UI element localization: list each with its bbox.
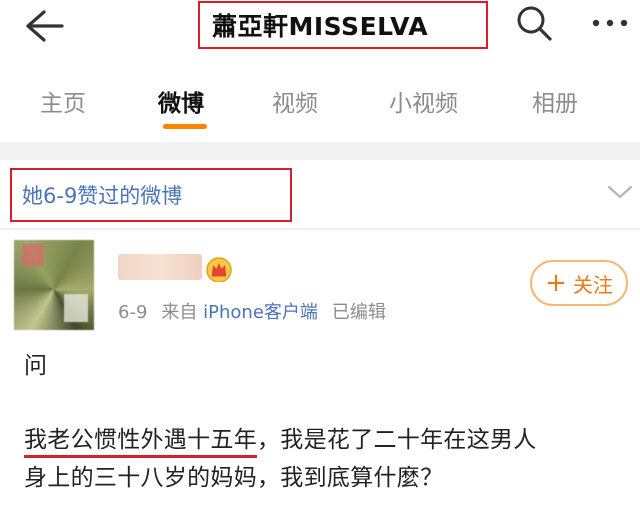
- page-title: 蕭亞軒MISSELVA: [212, 12, 429, 41]
- post-date: 6-9: [118, 302, 148, 323]
- source-prefix: 来自: [161, 302, 198, 323]
- row-divider: [0, 228, 640, 230]
- post-text-line-1-rest: ，我是花了二十年在这男人: [257, 427, 537, 453]
- search-icon[interactable]: [514, 3, 554, 43]
- more-icon[interactable]: [588, 8, 632, 38]
- liked-filter-label: 她6-9赞过的微博: [22, 184, 183, 208]
- back-arrow-icon[interactable]: [22, 6, 66, 46]
- follow-button[interactable]: + 关注: [530, 260, 628, 306]
- post-text-line-2: 身上的三十八岁的妈妈，我到底算什麼？: [24, 465, 444, 491]
- chevron-down-icon[interactable]: [606, 182, 634, 202]
- edited-label: 已编辑: [331, 302, 386, 323]
- source-app-link[interactable]: iPhone客户端: [203, 302, 318, 323]
- active-tab-indicator: [163, 124, 207, 129]
- post-text-line-1: 我老公惯性外遇十五年，我是花了二十年在这男人: [24, 420, 537, 459]
- tab-video[interactable]: 视频: [272, 84, 318, 118]
- post-meta: 6-9 来自 iPhone客户端 已编辑: [118, 298, 386, 324]
- highlighted-phrase: 我老公惯性外遇十五年: [24, 427, 257, 459]
- page-title-box: 蕭亞軒MISSELVA: [198, 1, 488, 49]
- vip-crown-icon: [206, 257, 232, 282]
- tab-short-video[interactable]: 小视频: [389, 84, 458, 118]
- post-question-marker: 问: [24, 353, 47, 379]
- liked-filter[interactable]: 她6-9赞过的微博: [10, 168, 292, 222]
- username-blurred[interactable]: [118, 254, 202, 280]
- top-bar: 蕭亞軒MISSELVA: [0, 0, 640, 62]
- section-divider: [0, 142, 640, 160]
- profile-tabs: 主页 微博 视频 小视频 相册: [0, 62, 640, 142]
- avatar[interactable]: [14, 240, 94, 330]
- filter-row: 她6-9赞过的微博: [0, 160, 640, 224]
- tab-weibo[interactable]: 微博: [158, 84, 204, 118]
- follow-label: 关注: [572, 272, 613, 297]
- plus-icon: +: [545, 268, 567, 298]
- tab-home[interactable]: 主页: [40, 84, 86, 118]
- tab-album[interactable]: 相册: [532, 84, 578, 118]
